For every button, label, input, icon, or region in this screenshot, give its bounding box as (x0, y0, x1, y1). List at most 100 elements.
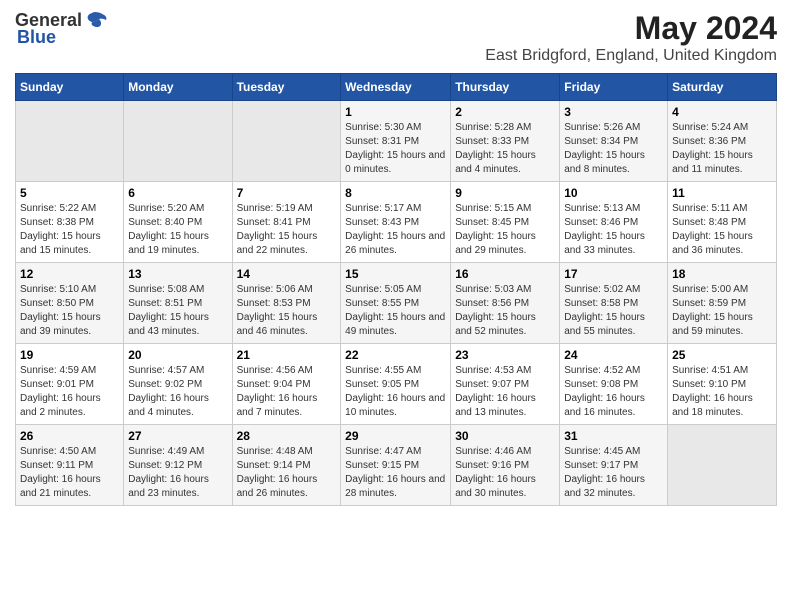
day-info: Sunrise: 5:28 AMSunset: 8:33 PMDaylight:… (455, 121, 555, 177)
title-area: May 2024 East Bridgford, England, United… (485, 10, 777, 65)
calendar-cell: 29 Sunrise: 4:47 AMSunset: 9:15 PMDayligh… (341, 425, 451, 506)
week-row-5: 26Sunrise: 4:50 AMSunset: 9:11 PMDayligh… (16, 425, 777, 506)
calendar-cell: 18 Sunrise: 5:00 AMSunset: 8:59 PMDayligh… (668, 263, 777, 344)
day-info: Sunrise: 5:00 AMSunset: 8:59 PMDaylight:… (672, 283, 772, 339)
calendar-cell (668, 425, 777, 506)
day-info: Sunrise: 5:02 AMSunset: 8:58 PMDaylight:… (564, 283, 663, 339)
day-info: Sunrise: 4:49 AMSunset: 9:12 PMDaylight:… (128, 445, 227, 501)
day-number: 14 (237, 267, 337, 281)
day-info: Sunrise: 4:45 AMSunset: 9:17 PMDaylight:… (564, 445, 663, 501)
day-info: Sunrise: 4:59 AMSunset: 9:01 PMDaylight:… (20, 364, 119, 420)
calendar-cell: 12Sunrise: 5:10 AMSunset: 8:50 PMDayligh… (16, 263, 124, 344)
calendar-table: SundayMondayTuesdayWednesdayThursdayFrid… (15, 73, 777, 506)
day-info: Sunrise: 5:30 AMSunset: 8:31 PMDaylight:… (345, 121, 446, 177)
column-header-friday: Friday (560, 74, 668, 101)
day-number: 5 (20, 186, 119, 200)
day-number: 7 (237, 186, 337, 200)
calendar-cell: 13 Sunrise: 5:08 AMSunset: 8:51 PMDayligh… (124, 263, 232, 344)
day-number: 2 (455, 105, 555, 119)
day-info: Sunrise: 5:13 AMSunset: 8:46 PMDaylight:… (564, 202, 663, 258)
day-number: 28 (237, 429, 337, 443)
column-header-wednesday: Wednesday (341, 74, 451, 101)
day-info: Sunrise: 5:26 AMSunset: 8:34 PMDaylight:… (564, 121, 663, 177)
day-info: Sunrise: 4:51 AMSunset: 9:10 PMDaylight:… (672, 364, 772, 420)
calendar-cell: 24Sunrise: 4:52 AMSunset: 9:08 PMDayligh… (560, 344, 668, 425)
day-info: Sunrise: 5:08 AMSunset: 8:51 PMDaylight:… (128, 283, 227, 339)
day-number: 9 (455, 186, 555, 200)
calendar-cell: 26Sunrise: 4:50 AMSunset: 9:11 PMDayligh… (16, 425, 124, 506)
calendar-cell (232, 101, 341, 182)
day-info: Sunrise: 5:03 AMSunset: 8:56 PMDaylight:… (455, 283, 555, 339)
header-row: SundayMondayTuesdayWednesdayThursdayFrid… (16, 74, 777, 101)
day-info: Sunrise: 5:20 AMSunset: 8:40 PMDaylight:… (128, 202, 227, 258)
calendar-cell: 15 Sunrise: 5:05 AMSunset: 8:55 PMDayligh… (341, 263, 451, 344)
day-info: Sunrise: 5:05 AMSunset: 8:55 PMDaylight:… (345, 283, 446, 339)
day-number: 19 (20, 348, 119, 362)
day-number: 29 (345, 429, 446, 443)
day-info: Sunrise: 5:10 AMSunset: 8:50 PMDaylight:… (20, 283, 119, 339)
day-info: Sunrise: 4:46 AMSunset: 9:16 PMDaylight:… (455, 445, 555, 501)
calendar-cell: 21 Sunrise: 4:56 AMSunset: 9:04 PMDayligh… (232, 344, 341, 425)
calendar-cell: 11 Sunrise: 5:11 AMSunset: 8:48 PMDayligh… (668, 182, 777, 263)
calendar-cell: 17 Sunrise: 5:02 AMSunset: 8:58 PMDayligh… (560, 263, 668, 344)
day-number: 30 (455, 429, 555, 443)
day-number: 23 (455, 348, 555, 362)
calendar-cell: 16 Sunrise: 5:03 AMSunset: 8:56 PMDayligh… (451, 263, 560, 344)
column-header-thursday: Thursday (451, 74, 560, 101)
day-info: Sunrise: 5:15 AMSunset: 8:45 PMDaylight:… (455, 202, 555, 258)
calendar-cell: 22 Sunrise: 4:55 AMSunset: 9:05 PMDayligh… (341, 344, 451, 425)
day-number: 22 (345, 348, 446, 362)
calendar-cell: 4Sunrise: 5:24 AMSunset: 8:36 PMDaylight… (668, 101, 777, 182)
calendar-cell: 30 Sunrise: 4:46 AMSunset: 9:16 PMDayligh… (451, 425, 560, 506)
week-row-3: 12Sunrise: 5:10 AMSunset: 8:50 PMDayligh… (16, 263, 777, 344)
calendar-cell: 6 Sunrise: 5:20 AMSunset: 8:40 PMDaylight… (124, 182, 232, 263)
calendar-cell: 27 Sunrise: 4:49 AMSunset: 9:12 PMDayligh… (124, 425, 232, 506)
calendar-cell: 9 Sunrise: 5:15 AMSunset: 8:45 PMDaylight… (451, 182, 560, 263)
day-number: 13 (128, 267, 227, 281)
day-number: 20 (128, 348, 227, 362)
day-number: 31 (564, 429, 663, 443)
day-number: 17 (564, 267, 663, 281)
day-number: 24 (564, 348, 663, 362)
day-number: 6 (128, 186, 227, 200)
calendar-cell: 23Sunrise: 4:53 AMSunset: 9:07 PMDayligh… (451, 344, 560, 425)
column-header-sunday: Sunday (16, 74, 124, 101)
column-header-monday: Monday (124, 74, 232, 101)
day-number: 27 (128, 429, 227, 443)
header: General Blue May 2024 East Bridgford, En… (15, 10, 777, 65)
day-number: 1 (345, 105, 446, 119)
logo-blue-text: Blue (17, 27, 56, 48)
day-number: 25 (672, 348, 772, 362)
calendar-cell: 3Sunrise: 5:26 AMSunset: 8:34 PMDaylight… (560, 101, 668, 182)
day-info: Sunrise: 5:11 AMSunset: 8:48 PMDaylight:… (672, 202, 772, 258)
week-row-2: 5 Sunrise: 5:22 AMSunset: 8:38 PMDaylight… (16, 182, 777, 263)
day-number: 21 (237, 348, 337, 362)
calendar-cell: 14Sunrise: 5:06 AMSunset: 8:53 PMDayligh… (232, 263, 341, 344)
day-info: Sunrise: 4:47 AMSunset: 9:15 PMDaylight:… (345, 445, 446, 501)
calendar-cell: 31 Sunrise: 4:45 AMSunset: 9:17 PMDayligh… (560, 425, 668, 506)
day-info: Sunrise: 4:55 AMSunset: 9:05 PMDaylight:… (345, 364, 446, 420)
day-number: 15 (345, 267, 446, 281)
day-info: Sunrise: 5:19 AMSunset: 8:41 PMDaylight:… (237, 202, 337, 258)
calendar-cell: 25 Sunrise: 4:51 AMSunset: 9:10 PMDayligh… (668, 344, 777, 425)
week-row-1: 1 Sunrise: 5:30 AMSunset: 8:31 PMDaylight… (16, 101, 777, 182)
column-header-tuesday: Tuesday (232, 74, 341, 101)
day-number: 8 (345, 186, 446, 200)
day-info: Sunrise: 4:56 AMSunset: 9:04 PMDaylight:… (237, 364, 337, 420)
day-number: 11 (672, 186, 772, 200)
day-info: Sunrise: 5:22 AMSunset: 8:38 PMDaylight:… (20, 202, 119, 258)
calendar-cell: 10 Sunrise: 5:13 AMSunset: 8:46 PMDayligh… (560, 182, 668, 263)
calendar-cell: 7 Sunrise: 5:19 AMSunset: 8:41 PMDaylight… (232, 182, 341, 263)
logo-bird-icon (84, 11, 108, 31)
day-number: 16 (455, 267, 555, 281)
day-number: 18 (672, 267, 772, 281)
calendar-cell: 2 Sunrise: 5:28 AMSunset: 8:33 PMDaylight… (451, 101, 560, 182)
day-number: 10 (564, 186, 663, 200)
calendar-cell: 19 Sunrise: 4:59 AMSunset: 9:01 PMDayligh… (16, 344, 124, 425)
calendar-cell: 28Sunrise: 4:48 AMSunset: 9:14 PMDayligh… (232, 425, 341, 506)
calendar-cell: 5 Sunrise: 5:22 AMSunset: 8:38 PMDaylight… (16, 182, 124, 263)
calendar-cell (124, 101, 232, 182)
page-title: May 2024 (485, 10, 777, 47)
calendar-cell: 20Sunrise: 4:57 AMSunset: 9:02 PMDayligh… (124, 344, 232, 425)
day-number: 4 (672, 105, 772, 119)
